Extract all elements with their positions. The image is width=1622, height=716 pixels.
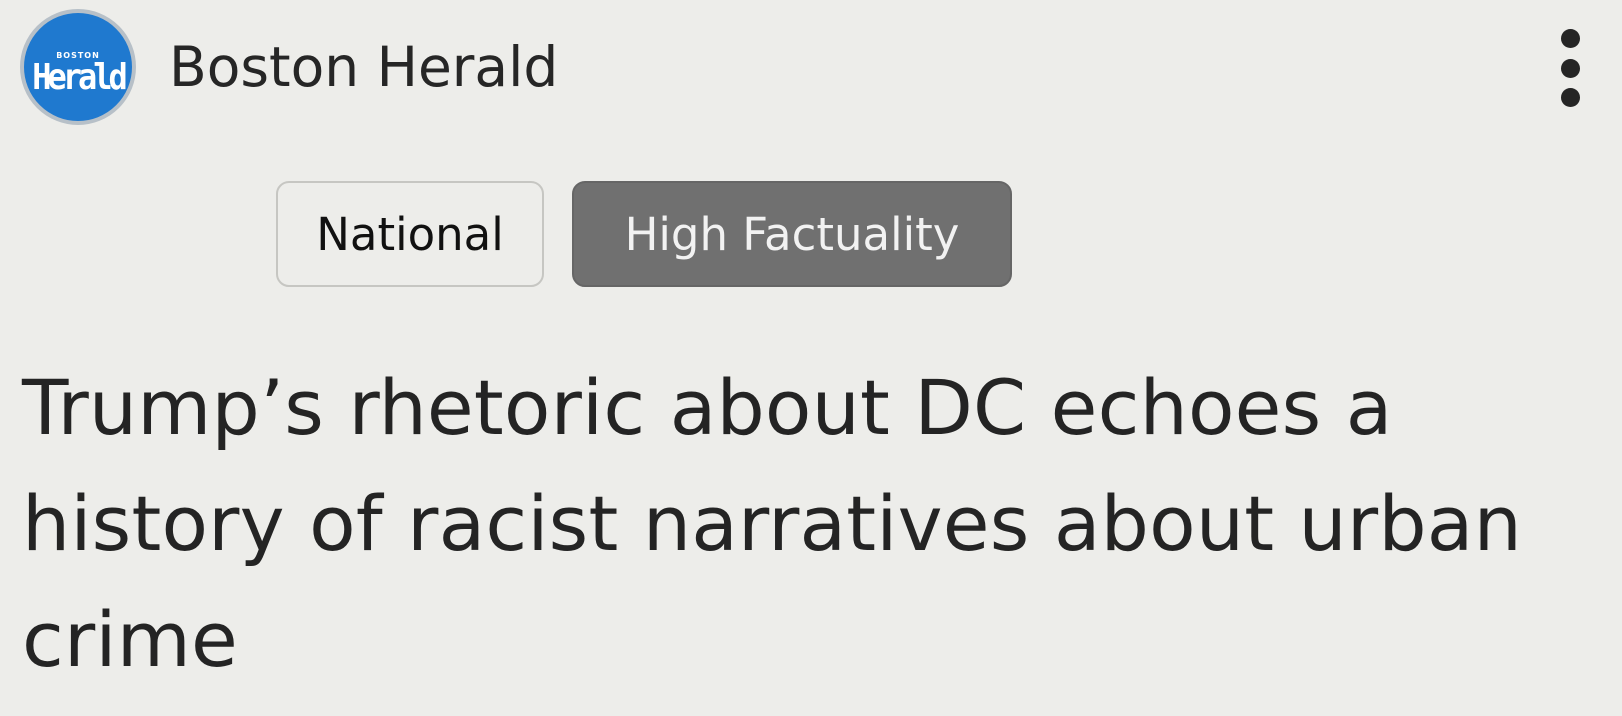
national-tag[interactable]: National — [276, 181, 544, 287]
boston-herald-logo: BOSTON Herald — [20, 9, 136, 125]
logo-main-text: Herald — [32, 56, 128, 98]
more-vertical-icon — [1560, 58, 1580, 78]
factuality-badge[interactable]: High Factuality — [572, 181, 1012, 287]
article-tags: National High Factuality — [276, 181, 1012, 287]
more-options-button[interactable] — [1552, 29, 1588, 107]
source-name[interactable]: Boston Herald — [169, 39, 558, 95]
more-vertical-icon — [1560, 88, 1580, 107]
news-card[interactable]: BOSTON Herald Boston Herald National Hig… — [0, 0, 1622, 716]
source-row[interactable]: BOSTON Herald Boston Herald — [20, 8, 558, 126]
article-headline[interactable]: Trump’s rhetoric about DC echoes a histo… — [22, 350, 1582, 698]
more-vertical-icon — [1560, 29, 1580, 48]
